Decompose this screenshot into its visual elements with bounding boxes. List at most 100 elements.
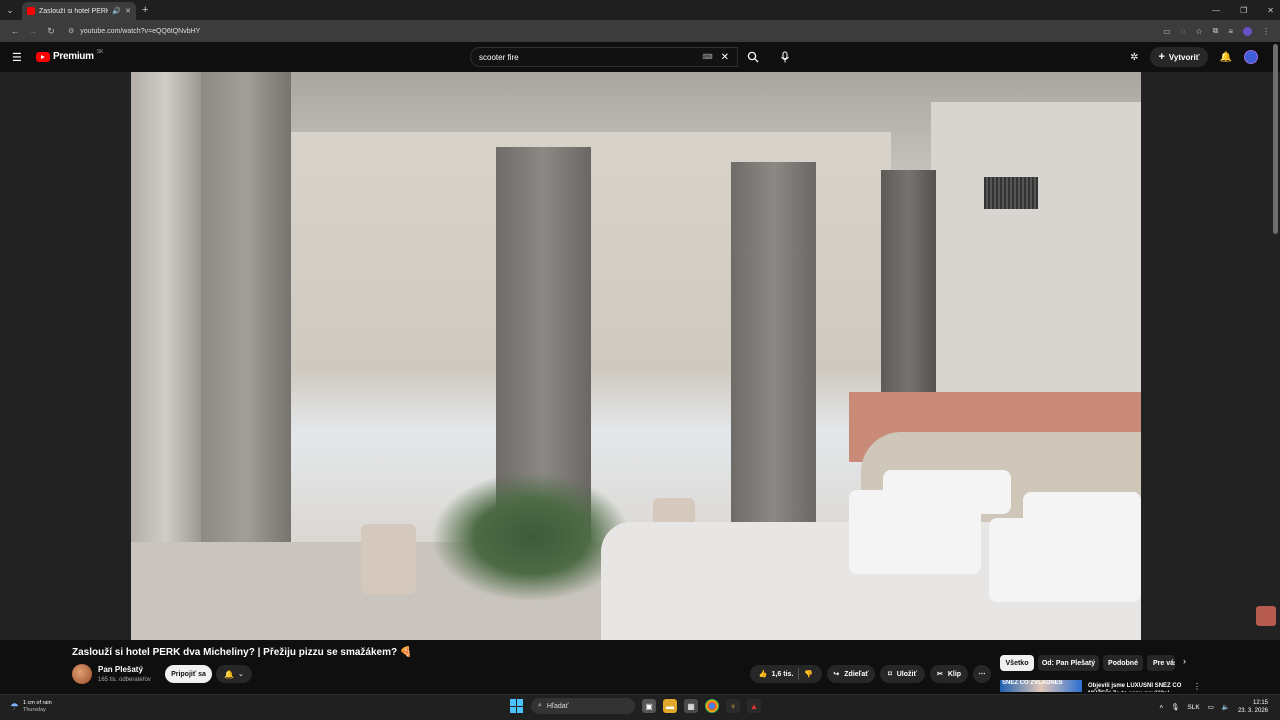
- close-tab-icon[interactable]: ✕: [125, 7, 131, 15]
- youtube-logo[interactable]: Premium SK: [36, 48, 104, 62]
- weather-line-2: Thursday: [22, 707, 46, 713]
- chip-related[interactable]: Podobné: [1103, 655, 1143, 671]
- weather-line-1: 1 cm of rain: [22, 700, 52, 706]
- browser-menu-icon[interactable]: ⋮: [1262, 27, 1270, 36]
- bookmark-star-icon[interactable]: ☆: [1195, 27, 1202, 36]
- clip-label: Klip: [947, 670, 962, 678]
- recommendation-title[interactable]: Objevili jsme LUXUSNÍ SNĚZ CO MŮŽEŠ! Za …: [1088, 682, 1188, 692]
- channel-watermark[interactable]: [1256, 606, 1276, 626]
- reading-list-icon[interactable]: ≡: [1228, 27, 1233, 36]
- video-player[interactable]: [131, 72, 1141, 640]
- restore-icon[interactable]: ❐: [1240, 6, 1247, 15]
- taskbar-search[interactable]: ⌕ Hľadať: [531, 698, 635, 714]
- share-icon: ↪: [833, 671, 840, 678]
- bell-icon: 🔔: [224, 669, 235, 679]
- menu-icon[interactable]: ☰: [12, 51, 22, 64]
- channel-name[interactable]: Pan Plešatý: [98, 665, 143, 674]
- page-scrollbar[interactable]: [1273, 44, 1278, 234]
- channel-subscribers: 165 tis. odberateľov: [98, 677, 151, 683]
- clock[interactable]: 12:15 23. 3. 2026: [1238, 699, 1268, 715]
- new-tab-button[interactable]: +: [142, 4, 148, 16]
- join-button[interactable]: Pripojiť sa: [165, 665, 212, 683]
- chip-for-you[interactable]: Pre vás: [1147, 655, 1175, 671]
- calendar-app-icon[interactable]: ▦: [684, 699, 698, 713]
- share-button[interactable]: ↪ Zdieľať: [827, 665, 875, 683]
- recommendation-more-icon[interactable]: ⋮: [1193, 682, 1201, 691]
- create-label: Vytvoriť: [1168, 52, 1200, 62]
- header-actions: ✲ + Vytvoriť 🔔: [1130, 47, 1258, 67]
- dislike-button[interactable]: 👎: [804, 670, 813, 678]
- search-box: ⌨ ✕: [470, 47, 738, 67]
- task-view-icon[interactable]: ▣: [642, 699, 656, 713]
- audio-playing-icon[interactable]: 🔊: [112, 7, 121, 15]
- more-horizontal-icon: ⋯: [978, 671, 986, 678]
- channel-avatar[interactable]: [72, 664, 92, 684]
- chevron-down-icon: ⌄: [238, 671, 244, 678]
- voice-search-button[interactable]: [775, 47, 795, 67]
- chrome-icon[interactable]: [705, 699, 719, 713]
- video-scene-pillow: [989, 518, 1141, 602]
- search-icon: [747, 51, 759, 63]
- logo-country: SK: [96, 48, 104, 55]
- create-button[interactable]: + Vytvoriť: [1150, 47, 1208, 67]
- chevron-right-icon[interactable]: ›: [1183, 656, 1186, 666]
- clock-date: 23. 3. 2026: [1237, 708, 1268, 714]
- close-window-icon[interactable]: ✕: [1267, 6, 1274, 15]
- acrobat-icon[interactable]: ▲: [747, 699, 761, 713]
- windows-start-icon[interactable]: [510, 699, 524, 713]
- thumbs-down-icon: 👎: [804, 671, 814, 678]
- language-indicator[interactable]: SLK: [1187, 704, 1199, 711]
- save-button[interactable]: ⌑ Uložiť: [880, 665, 925, 683]
- logo-text: Premium: [53, 51, 94, 62]
- save-label: Uložiť: [896, 670, 917, 678]
- forward-icon[interactable]: →: [24, 26, 42, 36]
- youtube-favicon-icon: [27, 7, 35, 15]
- search-input[interactable]: [479, 52, 703, 62]
- cast-icon[interactable]: ▭: [1163, 27, 1171, 36]
- youtube-play-icon: [36, 51, 50, 62]
- weather-widget[interactable]: ☂ 1 cm of rain Thursday: [10, 700, 52, 714]
- microphone-tray-icon[interactable]: 🎙: [1171, 703, 1179, 711]
- app-icon[interactable]: ♆: [726, 699, 740, 713]
- network-icon[interactable]: ▭: [1208, 703, 1214, 711]
- search-icon: ⌕: [538, 702, 542, 709]
- search-button[interactable]: [738, 47, 768, 67]
- window-controls: — ❐ ✕: [1212, 0, 1274, 20]
- video-scene-curtain: [881, 170, 936, 400]
- taskbar: ☂ 1 cm of rain Thursday ⌕ Hľadať ▣ ▬ ▦ ♆…: [0, 694, 1280, 720]
- notifications-bell-icon[interactable]: 🔔: [1220, 52, 1232, 63]
- clear-search-icon[interactable]: ✕: [721, 52, 729, 63]
- back-icon[interactable]: ←: [6, 26, 24, 36]
- url-field[interactable]: ⚙ youtube.com/watch?v=eQQ6tQNvbHY: [64, 23, 1124, 39]
- video-scene-curtain: [731, 162, 816, 522]
- chip-from-channel[interactable]: Od: Pan Plešatý: [1038, 655, 1099, 671]
- profile-avatar[interactable]: [1243, 26, 1252, 36]
- site-info-icon[interactable]: ⚙: [68, 27, 74, 35]
- video-scene-pillow: [849, 490, 981, 574]
- eye-off-icon[interactable]: ◌: [1181, 27, 1186, 36]
- plus-icon: +: [1158, 51, 1165, 63]
- clip-button[interactable]: ✂ Klip: [930, 665, 968, 683]
- keyboard-icon[interactable]: ⌨: [703, 53, 713, 61]
- cast-settings-icon[interactable]: ✲: [1130, 52, 1138, 63]
- tab-search-icon[interactable]: ⌄: [0, 0, 20, 20]
- taskbar-search-label: Hľadať: [546, 702, 569, 710]
- browser-tab[interactable]: Zaslouží si hotel PERK dva Micheliny? | …: [22, 2, 136, 20]
- like-divider: [798, 668, 800, 680]
- volume-icon[interactable]: 🔈: [1222, 703, 1230, 711]
- extensions-icon[interactable]: ⧉: [1213, 26, 1219, 36]
- more-actions-button[interactable]: ⋯: [973, 665, 991, 683]
- chip-all[interactable]: Všetko: [1000, 655, 1034, 671]
- file-explorer-icon[interactable]: ▬: [663, 699, 677, 713]
- like-button[interactable]: 👍 1,6 tis.: [759, 670, 794, 679]
- address-bar: ← → ↻ ⚙ youtube.com/watch?v=eQQ6tQNvbHY …: [0, 20, 1280, 42]
- account-avatar[interactable]: [1244, 50, 1258, 64]
- chevron-up-icon[interactable]: ˄: [1159, 704, 1163, 711]
- reload-icon[interactable]: ↻: [42, 26, 60, 37]
- rain-cloud-icon: ☂: [10, 701, 19, 713]
- video-scene-vent: [984, 177, 1038, 209]
- youtube-header: ☰ Premium SK ⌨ ✕ ✲ + Vytvoriť 🔔: [0, 42, 1280, 72]
- minimize-icon[interactable]: —: [1212, 6, 1220, 15]
- recommendation-thumbnail[interactable]: SNĚZ CO ZVLÁDNEŠ: [1000, 680, 1082, 692]
- subscription-bell-button[interactable]: 🔔 ⌄: [216, 665, 252, 683]
